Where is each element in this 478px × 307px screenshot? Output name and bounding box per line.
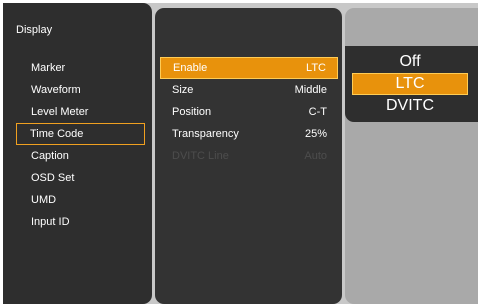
setting-label: Size: [172, 84, 194, 96]
category-list: Marker Waveform Level Meter Time Code Ca…: [16, 57, 145, 233]
setting-value: Auto: [304, 150, 327, 162]
setting-row-enable[interactable]: Enable LTC: [160, 57, 338, 79]
menu-item-marker[interactable]: Marker: [17, 57, 145, 79]
setting-label: Transparency: [172, 128, 239, 140]
menu-item-waveform[interactable]: Waveform: [17, 79, 145, 101]
setting-row-size[interactable]: Size Middle: [160, 79, 338, 101]
menu-item-osd-set[interactable]: OSD Set: [17, 167, 145, 189]
setting-row-transparency[interactable]: Transparency 25%: [160, 123, 338, 145]
category-menu-panel: Display Marker Waveform Level Meter Time…: [3, 3, 152, 304]
option-off[interactable]: Off: [352, 51, 468, 73]
osd-screen: Display Marker Waveform Level Meter Time…: [3, 3, 478, 304]
setting-value: 25%: [304, 128, 327, 140]
setting-row-position[interactable]: Position C-T: [160, 101, 338, 123]
setting-value: Middle: [294, 84, 327, 96]
options-popup: Off LTC DVITC: [345, 46, 478, 122]
setting-value: LTC: [306, 62, 326, 74]
option-dvitc[interactable]: DVITC: [352, 95, 468, 117]
setting-label: Enable: [173, 62, 208, 74]
option-ltc[interactable]: LTC: [352, 73, 468, 95]
settings-panel: Enable LTC Size Middle Position C-T Tran…: [155, 8, 342, 304]
menu-title: Display: [16, 24, 53, 36]
menu-item-time-code[interactable]: Time Code: [16, 123, 145, 145]
setting-label: DVITC Line: [172, 150, 229, 162]
menu-item-level-meter[interactable]: Level Meter: [17, 101, 145, 123]
menu-item-input-id[interactable]: Input ID: [17, 211, 145, 233]
setting-value: C-T: [308, 106, 327, 118]
setting-row-dvitc-line: DVITC Line Auto: [160, 145, 338, 167]
menu-item-caption[interactable]: Caption: [17, 145, 145, 167]
options-list: Off LTC DVITC: [347, 51, 473, 117]
setting-label: Position: [172, 106, 212, 118]
settings-list: Enable LTC Size Middle Position C-T Tran…: [160, 57, 338, 167]
menu-item-umd[interactable]: UMD: [17, 189, 145, 211]
